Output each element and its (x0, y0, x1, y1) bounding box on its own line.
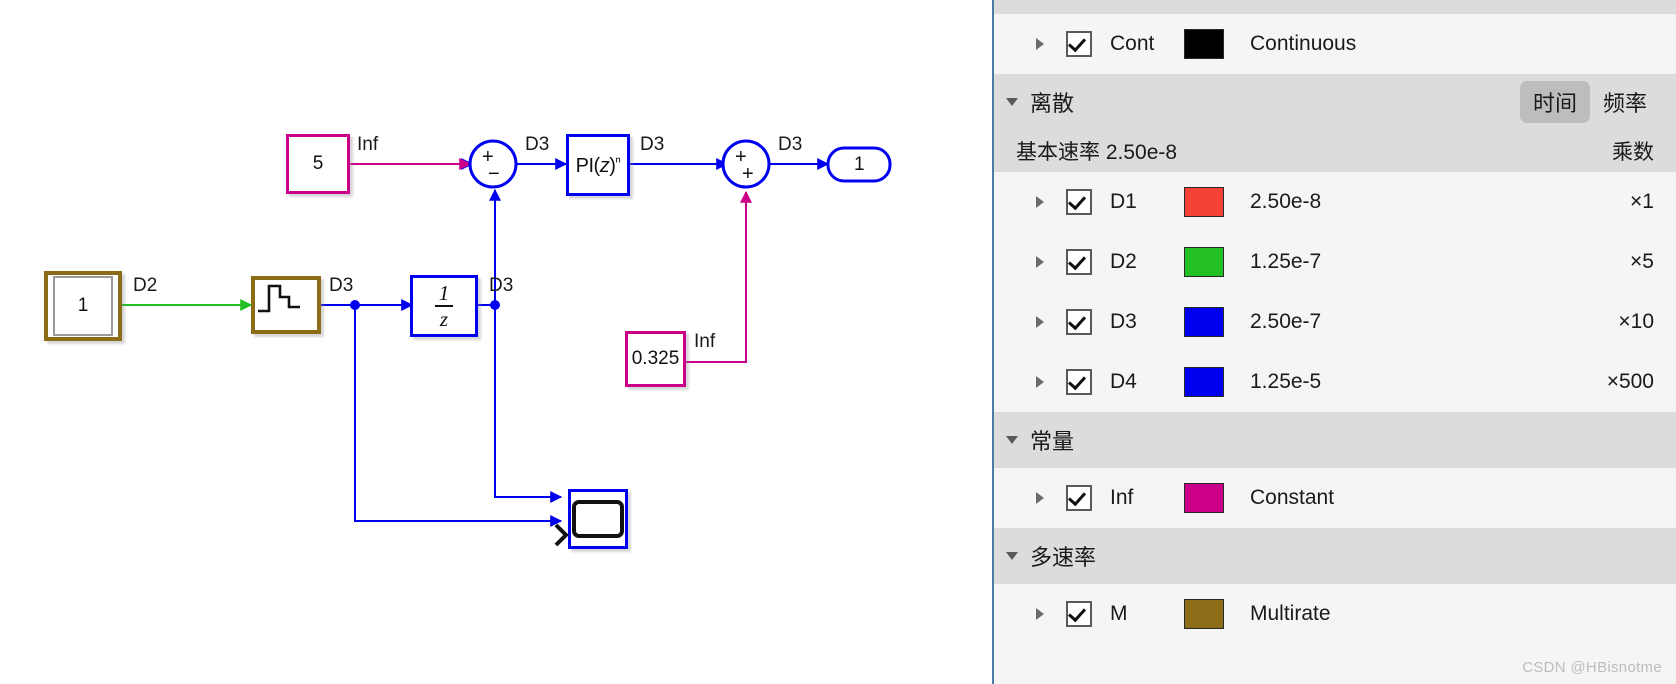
collapse-arrow-icon-multirate[interactable] (1006, 552, 1018, 560)
legend-row-d3-multiplier: ×10 (1618, 310, 1654, 333)
app-root: 5 1 1 z PI(z)ⁿ 0.325 1 + − + + Inf D3 D3… (0, 0, 1676, 684)
unit-delay-fraction: 1 z (434, 280, 454, 331)
signal-label-step-out: D3 (329, 275, 354, 296)
checkbox-d1[interactable] (1066, 189, 1092, 215)
legend-row-m-description: Multirate (1250, 602, 1331, 625)
signal-label-inport: D2 (133, 275, 158, 296)
sample-time-legend-panel[interactable]: Cont Continuous 离散 时间 频率 基本速率 2.50e-8 乘数… (992, 0, 1676, 684)
legend-row-m-id: M (1110, 602, 1128, 625)
legend-row-d1-multiplier: ×1 (1630, 190, 1654, 213)
signal-label-pi-to-sum2: D3 (640, 134, 665, 155)
expand-arrow-icon-inf[interactable] (1036, 492, 1044, 504)
unit-delay-denominator: z (439, 307, 449, 331)
legend-row-d2-value: 1.25e-7 (1250, 250, 1322, 273)
collapse-arrow-icon-constant[interactable] (1006, 436, 1018, 444)
legend-row-cont[interactable]: Cont Continuous (994, 14, 1676, 74)
simulink-canvas[interactable]: 5 1 1 z PI(z)ⁿ 0.325 1 + − + + Inf D3 D3… (0, 0, 992, 684)
block-constant-0325-label: 0.325 (631, 348, 680, 369)
block-inport-1-inner: 1 (53, 276, 113, 336)
legend-row-inf-id: Inf (1110, 486, 1134, 509)
color-swatch-cont (1184, 29, 1224, 59)
checkbox-d3[interactable] (1066, 309, 1092, 335)
group-header-discrete[interactable]: 离散 时间 频率 (994, 74, 1676, 130)
block-inport-1-label: 1 (77, 295, 89, 316)
toggle-frequency-button[interactable]: 频率 (1590, 81, 1660, 123)
block-pi-controller-label: PI(z)ⁿ (575, 152, 621, 177)
time-frequency-toggle[interactable]: 时间 频率 (1519, 81, 1660, 123)
checkbox-inf[interactable] (1066, 485, 1092, 511)
legend-row-d2-id: D2 (1110, 250, 1137, 273)
legend-row-d3-value: 2.50e-7 (1250, 310, 1322, 333)
expand-arrow-icon[interactable] (1036, 38, 1044, 50)
signal-lines (122, 139, 892, 527)
expand-arrow-icon-d2[interactable] (1036, 256, 1044, 268)
signal-label-sum-to-pi: D3 (525, 134, 550, 155)
collapse-arrow-icon-discrete[interactable] (1006, 98, 1018, 106)
legend-row-m[interactable]: M Multirate (994, 584, 1676, 644)
scope-stand-icon (554, 523, 569, 547)
block-constant-5-label: 5 (312, 153, 324, 174)
signal-label-sum2-to-out: D3 (778, 134, 803, 155)
legend-row-d4[interactable]: D4 1.25e-5 ×500 (994, 352, 1676, 412)
signal-label-delay-out: D3 (489, 275, 514, 296)
legend-row-cont-id: Cont (1110, 32, 1155, 55)
panel-top-strip (994, 0, 1676, 14)
sum2-plus-sign-bottom: + (742, 163, 754, 185)
block-step-source[interactable] (251, 276, 321, 334)
multiplier-column-header: 乘数 (1612, 141, 1654, 164)
legend-row-d3[interactable]: D3 2.50e-7 ×10 (994, 292, 1676, 352)
checkbox-cont[interactable] (1066, 31, 1092, 57)
group-title-discrete: 离散 (1030, 91, 1075, 116)
legend-row-d2[interactable]: D2 1.25e-7 ×5 (994, 232, 1676, 292)
unit-delay-numerator: 1 (438, 280, 450, 305)
legend-row-inf[interactable]: Inf Constant (994, 468, 1676, 528)
block-outport-1-label: 1 (854, 154, 865, 175)
signal-label-const5: Inf (357, 134, 379, 155)
legend-row-d2-multiplier: ×5 (1630, 250, 1654, 273)
block-constant-0325[interactable]: 0.325 (625, 331, 686, 387)
block-pi-controller[interactable]: PI(z)ⁿ (566, 134, 630, 196)
legend-row-d3-id: D3 (1110, 310, 1137, 333)
legend-row-inf-description: Constant (1250, 486, 1335, 509)
block-unit-delay[interactable]: 1 z (410, 275, 478, 337)
checkbox-m[interactable] (1066, 601, 1092, 627)
color-swatch-d1 (1184, 187, 1224, 217)
step-waveform-icon (258, 284, 300, 313)
group-title-multirate: 多速率 (1030, 545, 1097, 570)
color-swatch-d2 (1184, 247, 1224, 277)
legend-row-d4-value: 1.25e-5 (1250, 370, 1322, 393)
checkbox-d4[interactable] (1066, 369, 1092, 395)
expand-arrow-icon-d4[interactable] (1036, 376, 1044, 388)
expand-arrow-icon-m[interactable] (1036, 608, 1044, 620)
base-rate-header: 基本速率 2.50e-8 乘数 (994, 130, 1676, 172)
expand-arrow-icon-d1[interactable] (1036, 196, 1044, 208)
legend-row-d4-id: D4 (1110, 370, 1137, 393)
group-header-constant[interactable]: 常量 (994, 412, 1676, 468)
expand-arrow-icon-d3[interactable] (1036, 316, 1044, 328)
legend-row-d1-id: D1 (1110, 190, 1137, 213)
color-swatch-d3 (1184, 307, 1224, 337)
group-header-multirate[interactable]: 多速率 (994, 528, 1676, 584)
color-swatch-d4 (1184, 367, 1224, 397)
block-inport-1[interactable]: 1 (44, 271, 122, 341)
legend-row-cont-description: Continuous (1250, 32, 1357, 55)
signal-label-const0325: Inf (694, 331, 716, 352)
base-rate-label: 基本速率 2.50e-8 (1016, 141, 1178, 164)
color-swatch-m (1184, 599, 1224, 629)
legend-row-d1[interactable]: D1 2.50e-8 ×1 (994, 172, 1676, 232)
legend-row-d1-value: 2.50e-8 (1250, 190, 1322, 213)
legend-row-d4-multiplier: ×500 (1606, 370, 1654, 393)
block-constant-5[interactable]: 5 (286, 134, 350, 194)
checkbox-d2[interactable] (1066, 249, 1092, 275)
toggle-time-button[interactable]: 时间 (1519, 81, 1590, 123)
color-swatch-inf (1184, 483, 1224, 513)
sum1-minus-sign: − (488, 163, 500, 185)
watermark: CSDN @HBisnotme (1522, 659, 1662, 676)
group-title-constant: 常量 (1030, 429, 1075, 454)
